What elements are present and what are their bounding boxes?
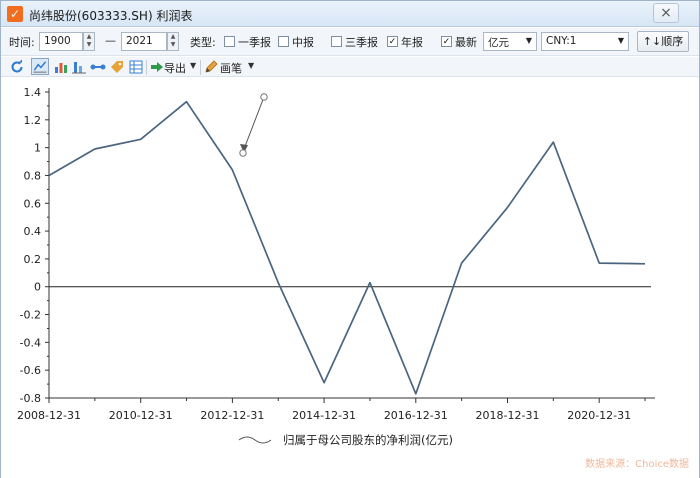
data-point	[322, 380, 327, 385]
end-year-input[interactable]: 2021	[121, 32, 167, 51]
drawing-annotation[interactable]	[239, 93, 268, 157]
y-tick-label: 1	[34, 142, 41, 155]
pencil-icon[interactable]	[203, 59, 219, 75]
checkbox-q3[interactable]	[331, 36, 342, 47]
data-source-watermark: 数据来源：Choice数据	[585, 459, 689, 470]
data-point	[47, 173, 52, 178]
checkbox-annual-label: 年报	[401, 36, 423, 49]
data-point	[413, 391, 418, 396]
x-tick-label: 2008-12-31	[17, 409, 81, 422]
export-icon[interactable]	[149, 59, 165, 75]
chart-area: -0.8 -0.6 -0.4 -0.2 0 0.2 0.4 0.6 0.8 1 1.2 1.4 200…	[1, 78, 699, 478]
y-tick-label: 0.8	[24, 169, 42, 182]
x-tick-label: 2018-12-31	[476, 409, 540, 422]
title-bar[interactable]: ✓ 尚纬股份(603333.SH) 利润表 ×	[1, 1, 699, 27]
series-line	[48, 100, 646, 395]
close-button[interactable]: ×	[653, 3, 679, 23]
data-point	[138, 137, 143, 142]
checkbox-annual[interactable]: ✓	[387, 36, 398, 47]
tag-icon[interactable]	[109, 59, 125, 75]
y-tick-label: -0.8	[20, 392, 41, 405]
export-button[interactable]: 导出	[164, 60, 186, 76]
checkbox-q1-label: 一季报	[238, 36, 271, 49]
chevron-down-icon[interactable]: ▼	[248, 61, 254, 70]
close-icon: ×	[660, 5, 672, 21]
type-label: 类型:	[190, 36, 216, 49]
data-point	[551, 140, 556, 145]
compare-icon[interactable]	[90, 59, 106, 75]
checkbox-latest-label: 最新	[455, 36, 477, 49]
data-point	[643, 261, 648, 266]
toolbar-divider	[146, 60, 147, 75]
x-axis: 2008-12-31 2010-12-31 2012-12-31 2014-12-31…	[17, 397, 655, 422]
currency-select-value: CNY:1	[546, 35, 577, 47]
chevron-down-icon[interactable]: ▼	[190, 61, 196, 70]
table-icon[interactable]	[128, 59, 144, 75]
app-window: ✓ 尚纬股份(603333.SH) 利润表 × 时间: 1900 ▲ ▼ — 20…	[0, 0, 700, 478]
y-tick-label: 1.2	[24, 114, 42, 127]
chevron-down-icon: ▼	[617, 36, 624, 45]
checkbox-half-year-label: 中报	[292, 36, 314, 49]
window-title: 尚纬股份(603333.SH) 利润表	[29, 9, 193, 23]
range-dash: —	[105, 34, 116, 47]
checkbox-latest[interactable]: ✓	[441, 36, 452, 47]
y-tick-label: 0.4	[24, 225, 42, 238]
brush-button[interactable]: 画笔	[220, 60, 242, 76]
data-point	[459, 261, 464, 266]
start-year-input[interactable]: 1900	[39, 32, 83, 51]
order-button[interactable]: ↑↓顺序	[637, 31, 689, 52]
y-tick-label: -0.2	[20, 309, 41, 322]
data-point	[184, 99, 189, 104]
unit-select[interactable]: 亿元 ▼	[483, 32, 537, 51]
series-layer	[47, 99, 648, 396]
data-point	[597, 261, 602, 266]
y-tick-label: 0.6	[24, 197, 42, 210]
x-tick-label: 2020-12-31	[567, 409, 631, 422]
checkbox-q1[interactable]	[224, 36, 235, 47]
y-tick-label: -0.6	[20, 364, 41, 377]
currency-select[interactable]: CNY:1 ▼	[541, 32, 629, 51]
x-tick-label: 2010-12-31	[109, 409, 173, 422]
line-chart-icon[interactable]	[31, 58, 49, 75]
chart-toolbar: 导出 ▼ 画笔 ▼	[1, 57, 699, 77]
legend-swatch	[238, 436, 272, 444]
unit-select-value: 亿元	[488, 37, 509, 49]
data-point	[505, 205, 510, 210]
checkbox-q3-label: 三季报	[345, 36, 378, 49]
toolbar-divider	[200, 60, 201, 75]
stacked-bar-icon[interactable]	[71, 59, 87, 75]
chevron-down-icon: ▼	[525, 36, 532, 45]
data-point	[367, 280, 372, 285]
end-year-stepper[interactable]: ▲ ▼	[167, 32, 179, 51]
y-tick-label: -0.4	[20, 336, 41, 349]
y-tick-label: 0.2	[24, 253, 42, 266]
time-label: 时间:	[9, 36, 35, 49]
legend-label: 归属于母公司股东的净利润(亿元)	[283, 433, 453, 447]
y-tick-label: 1.4	[24, 86, 42, 99]
refresh-icon[interactable]	[9, 59, 25, 75]
annotation-handle[interactable]	[260, 93, 268, 101]
x-tick-label: 2014-12-31	[292, 409, 356, 422]
x-tick-label: 2012-12-31	[200, 409, 264, 422]
annotation-handle[interactable]	[239, 149, 247, 157]
data-point	[92, 147, 97, 152]
annotation-arrow[interactable]	[243, 96, 265, 150]
bar-chart-icon[interactable]	[53, 59, 69, 75]
checkbox-half-year[interactable]	[278, 36, 289, 47]
filter-toolbar: 时间: 1900 ▲ ▼ — 2021 ▲ ▼ 类型: 一季报 中报 三季报 ✓ 年…	[1, 28, 699, 56]
line-chart[interactable]: -0.8 -0.6 -0.4 -0.2 0 0.2 0.4 0.6 0.8 1 1.2 1.4 200…	[1, 78, 699, 478]
checkmark-icon: ✓	[7, 6, 23, 22]
data-point	[230, 167, 235, 172]
x-tick-label: 2016-12-31	[384, 409, 448, 422]
data-point	[276, 280, 281, 285]
legend: 归属于母公司股东的净利润(亿元)	[238, 433, 453, 447]
y-tick-label: 0	[34, 281, 41, 294]
start-year-stepper[interactable]: ▲ ▼	[83, 32, 95, 51]
